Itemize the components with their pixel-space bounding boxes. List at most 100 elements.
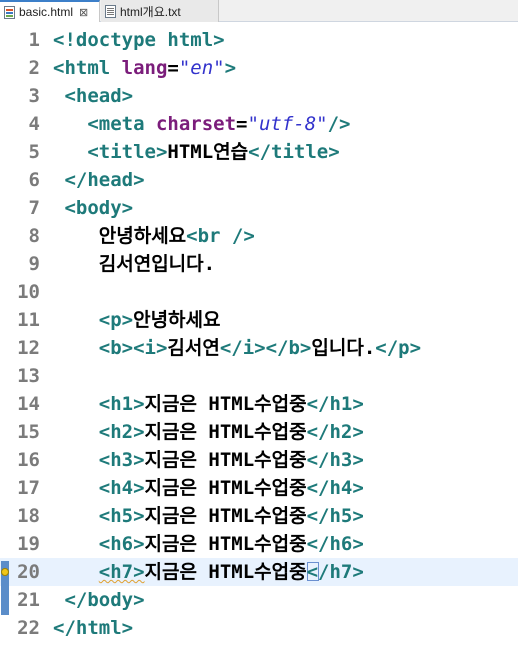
line-number: 16 (17, 449, 40, 471)
code-text: </html> (53, 617, 133, 639)
code-token: </head> (64, 169, 145, 191)
code-token: </h5> (306, 505, 364, 527)
code-token: </h2> (306, 421, 364, 443)
code-line[interactable]: 22 </html> (0, 614, 518, 642)
code-line[interactable]: 8 안녕하세요<br /> (0, 222, 518, 250)
code-token: <h6> (98, 533, 145, 555)
code-text: <h3>지금은 HTML수업중</h3> (53, 449, 364, 471)
code-line[interactable]: 6 </head> (0, 166, 518, 194)
code-token: <head> (64, 85, 134, 107)
code-text: <p>안녕하세요 (53, 309, 221, 331)
code-token: </h7> (306, 561, 364, 583)
code-token: <title> (87, 141, 168, 163)
code-token: lang (121, 57, 168, 79)
code-line[interactable]: 14 <h1>지금은 HTML수업중</h1> (0, 390, 518, 418)
code-token: </p> (375, 337, 422, 359)
code-line[interactable]: 13 (0, 362, 518, 390)
code-token: </h1> (306, 393, 364, 415)
code-text: <h1>지금은 HTML수업중</h1> (53, 393, 364, 415)
code-token: 지금은 HTML수업중 (144, 477, 307, 499)
code-token: HTML연습 (167, 141, 249, 163)
code-text: </head> (53, 169, 145, 191)
code-token: 안녕하세요 (133, 309, 221, 331)
code-token: > (224, 57, 237, 79)
code-token: </title> (248, 141, 340, 163)
code-token: 지금은 HTML수업중 (144, 505, 307, 527)
code-token: 지금은 HTML수업중 (144, 393, 307, 415)
line-number: 3 (28, 85, 40, 107)
code-line[interactable]: 17 <h4>지금은 HTML수업중</h4> (0, 474, 518, 502)
code-token: 지금은 HTML수업중 (144, 533, 307, 555)
code-text: <meta charset="utf-8"/> (53, 113, 350, 135)
line-number: 18 (17, 505, 40, 527)
code-token: = (236, 113, 248, 135)
code-token: /> (327, 113, 351, 135)
line-number: 11 (17, 309, 40, 331)
code-token: </h4> (306, 477, 364, 499)
code-line[interactable]: 19 <h6>지금은 HTML수업중</h6> (0, 530, 518, 558)
code-token: 지금은 HTML수업중 (144, 449, 307, 471)
tab-html-overview-txt[interactable]: html개요.txt (101, 0, 219, 22)
code-token: <h1> (98, 393, 145, 415)
line-number: 20 (17, 561, 40, 583)
code-text: <head> (53, 85, 133, 107)
code-token: 김서연입니다. (53, 253, 216, 275)
close-icon[interactable]: ⊠ (79, 6, 88, 19)
line-number: 6 (28, 169, 40, 191)
code-text: 김서연입니다. (53, 253, 215, 275)
line-number: 13 (17, 365, 40, 387)
tab-basic-html[interactable]: basic.html ⊠ (0, 0, 100, 22)
code-line[interactable]: 18 <h5>지금은 HTML수업중</h5> (0, 502, 518, 530)
code-line[interactable]: 4 <meta charset="utf-8"/> (0, 110, 518, 138)
code-line[interactable]: 12 <b><i>김서연</i></b>입니다.</p> (0, 334, 518, 362)
code-line[interactable]: 2 <html lang="en"> (0, 54, 518, 82)
code-token: <body> (64, 197, 134, 219)
code-line[interactable]: 7 <body> (0, 194, 518, 222)
line-number: 17 (17, 477, 40, 499)
code-text: <!doctype html> (53, 29, 225, 51)
code-line[interactable]: 1 <!doctype html> (0, 26, 518, 54)
line-number: 9 (28, 253, 40, 275)
code-line[interactable]: 15 <h2>지금은 HTML수업중</h2> (0, 418, 518, 446)
code-line[interactable]: 5 <title>HTML연습</title> (0, 138, 518, 166)
code-token: "en" (178, 57, 225, 79)
code-token: </h3> (306, 449, 364, 471)
code-token: charset (155, 113, 237, 135)
code-text: <body> (53, 197, 133, 219)
code-token: </body> (64, 589, 145, 611)
code-token: </html> (53, 617, 134, 639)
warning-icon[interactable] (1, 568, 9, 576)
code-line[interactable]: 16 <h3>지금은 HTML수업중</h3> (0, 446, 518, 474)
html-file-icon (4, 5, 15, 19)
line-number: 8 (28, 225, 40, 247)
code-token: <p> (98, 309, 134, 331)
line-number: 4 (28, 113, 40, 135)
line-number: 14 (17, 393, 40, 415)
code-line[interactable]: 11 <p>안녕하세요 (0, 306, 518, 334)
code-editor[interactable]: 1 <!doctype html> 2 <html lang="en"> 3 <head… (0, 23, 518, 645)
code-text: 안녕하세요<br /> (53, 225, 255, 247)
code-text: <h5>지금은 HTML수업중</h5> (53, 505, 364, 527)
code-line[interactable]: 3 <head> (0, 82, 518, 110)
code-line[interactable]: 9 김서연입니다. (0, 250, 518, 278)
code-token: <h5> (98, 505, 145, 527)
code-token: 김서연 (167, 337, 220, 359)
code-token: "utf-8" (247, 113, 328, 135)
code-line[interactable]: 21 </body> (0, 586, 518, 614)
line-number: 22 (17, 617, 40, 639)
code-line[interactable]: 10 (0, 278, 518, 306)
line-number: 7 (28, 197, 40, 219)
code-line[interactable]: 20 <h7>지금은 HTML수업중</h7> (0, 558, 518, 586)
code-text: <h7>지금은 HTML수업중</h7> (53, 561, 364, 583)
code-text: <h2>지금은 HTML수업중</h2> (53, 421, 364, 443)
line-number: 12 (17, 337, 40, 359)
code-text: <h4>지금은 HTML수업중</h4> (53, 477, 364, 499)
